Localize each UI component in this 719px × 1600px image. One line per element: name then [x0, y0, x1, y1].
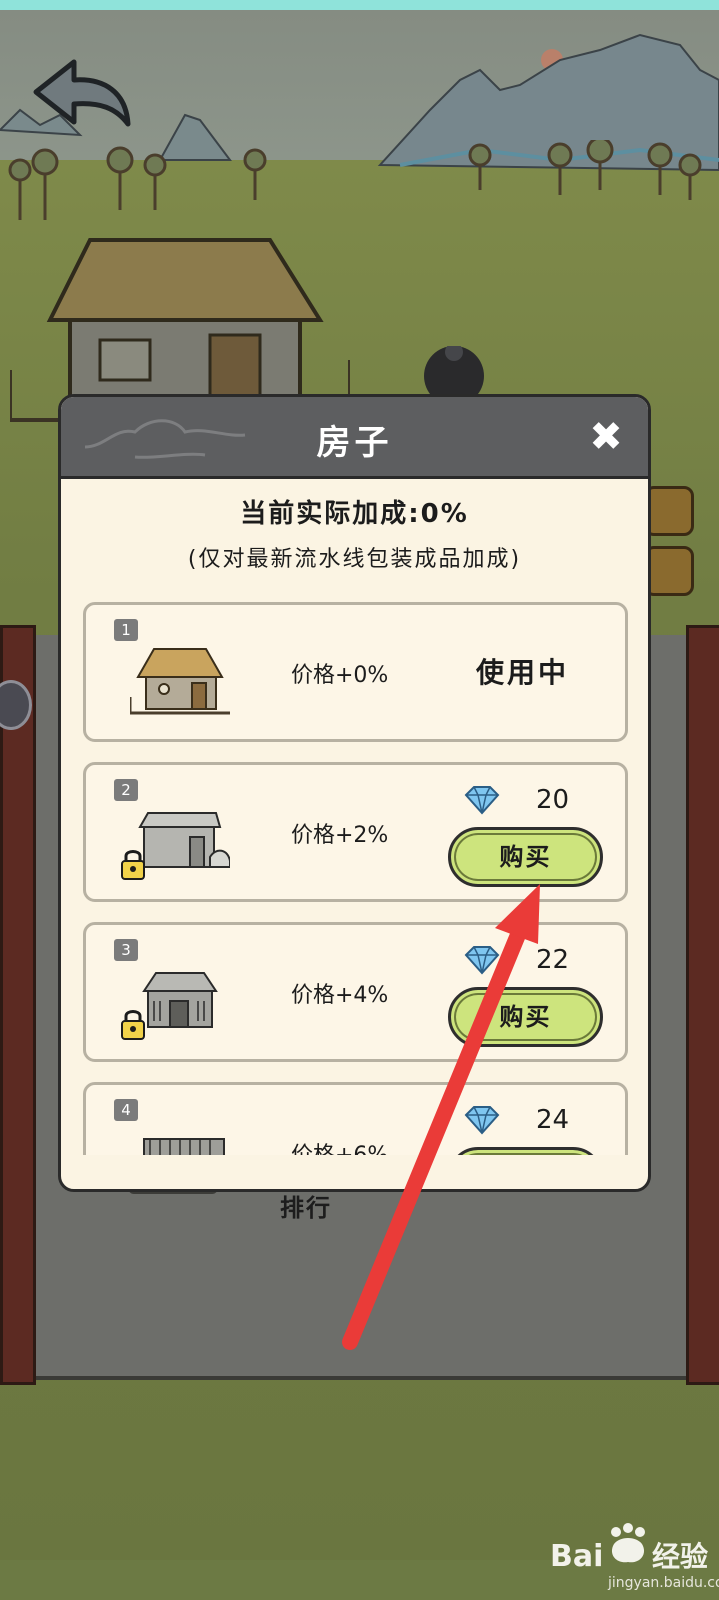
lock-icon: [121, 1010, 145, 1040]
diamond-cost: 24: [536, 1105, 570, 1135]
dialog-header: 房子 ✖: [61, 397, 648, 479]
buy-button[interactable]: 购买: [448, 987, 603, 1047]
diamond-cost: 22: [536, 945, 570, 975]
house-index: 4: [114, 1099, 138, 1121]
house-list[interactable]: 1 价格+0% 使用中 2 价格+2% 20 购买 3 价格+4% 22 购买 …: [81, 602, 629, 1155]
buy-button[interactable]: 购买: [448, 827, 603, 887]
bonus-note: (仅对最新流水线包装成品加成): [187, 547, 522, 572]
house-dialog: 房子 ✖ 当前实际加成:0% (仅对最新流水线包装成品加成) 1 价格+0% 使…: [58, 394, 651, 1192]
watermark-url: jingyan.baidu.com: [608, 1575, 719, 1591]
diamond-icon: [464, 1106, 500, 1135]
lock-icon: [121, 850, 145, 880]
price-bonus: 价格+4%: [291, 983, 389, 1008]
buy-button[interactable]: 购买: [448, 1147, 603, 1155]
house-card-2: 2 价格+2% 20 购买: [83, 762, 628, 902]
diamond-icon: [464, 786, 500, 815]
price-bonus: 价格+0%: [291, 663, 389, 688]
house-card-1: 1 价格+0% 使用中: [83, 602, 628, 742]
in-use-status: 使用中: [476, 656, 570, 689]
svg-text:经验: 经验: [652, 1540, 708, 1573]
house-index: 2: [114, 779, 138, 801]
rank-label[interactable]: 排行: [280, 1188, 332, 1223]
thatched-hut-icon: [130, 648, 230, 715]
house-index: 1: [114, 619, 138, 641]
price-bonus: 价格+2%: [291, 823, 389, 848]
baidu-watermark-logo: Bai 经验: [550, 1523, 708, 1574]
book-left-cover: [0, 625, 36, 1385]
book-right-cover: [686, 625, 719, 1385]
price-bonus: 价格+6%: [291, 1137, 388, 1155]
diamond-cost: 20: [536, 785, 570, 815]
house-card-4: 4 价格+6% 24 购买: [83, 1082, 628, 1155]
side-tab[interactable]: [644, 486, 694, 536]
house-card-3: 3 价格+4% 22 购买: [83, 922, 628, 1062]
svg-text:Bai: Bai: [550, 1539, 603, 1574]
status-strip: [0, 0, 719, 10]
close-icon[interactable]: ✖: [586, 417, 626, 457]
back-arrow-icon[interactable]: [30, 56, 134, 132]
house-icon: [143, 1138, 225, 1155]
house-index: 3: [114, 939, 138, 961]
diamond-icon: [464, 946, 500, 975]
dialog-title: 房子: [316, 423, 393, 463]
bonus-text: 当前实际加成:0%: [240, 499, 469, 529]
side-tab[interactable]: [644, 546, 694, 596]
